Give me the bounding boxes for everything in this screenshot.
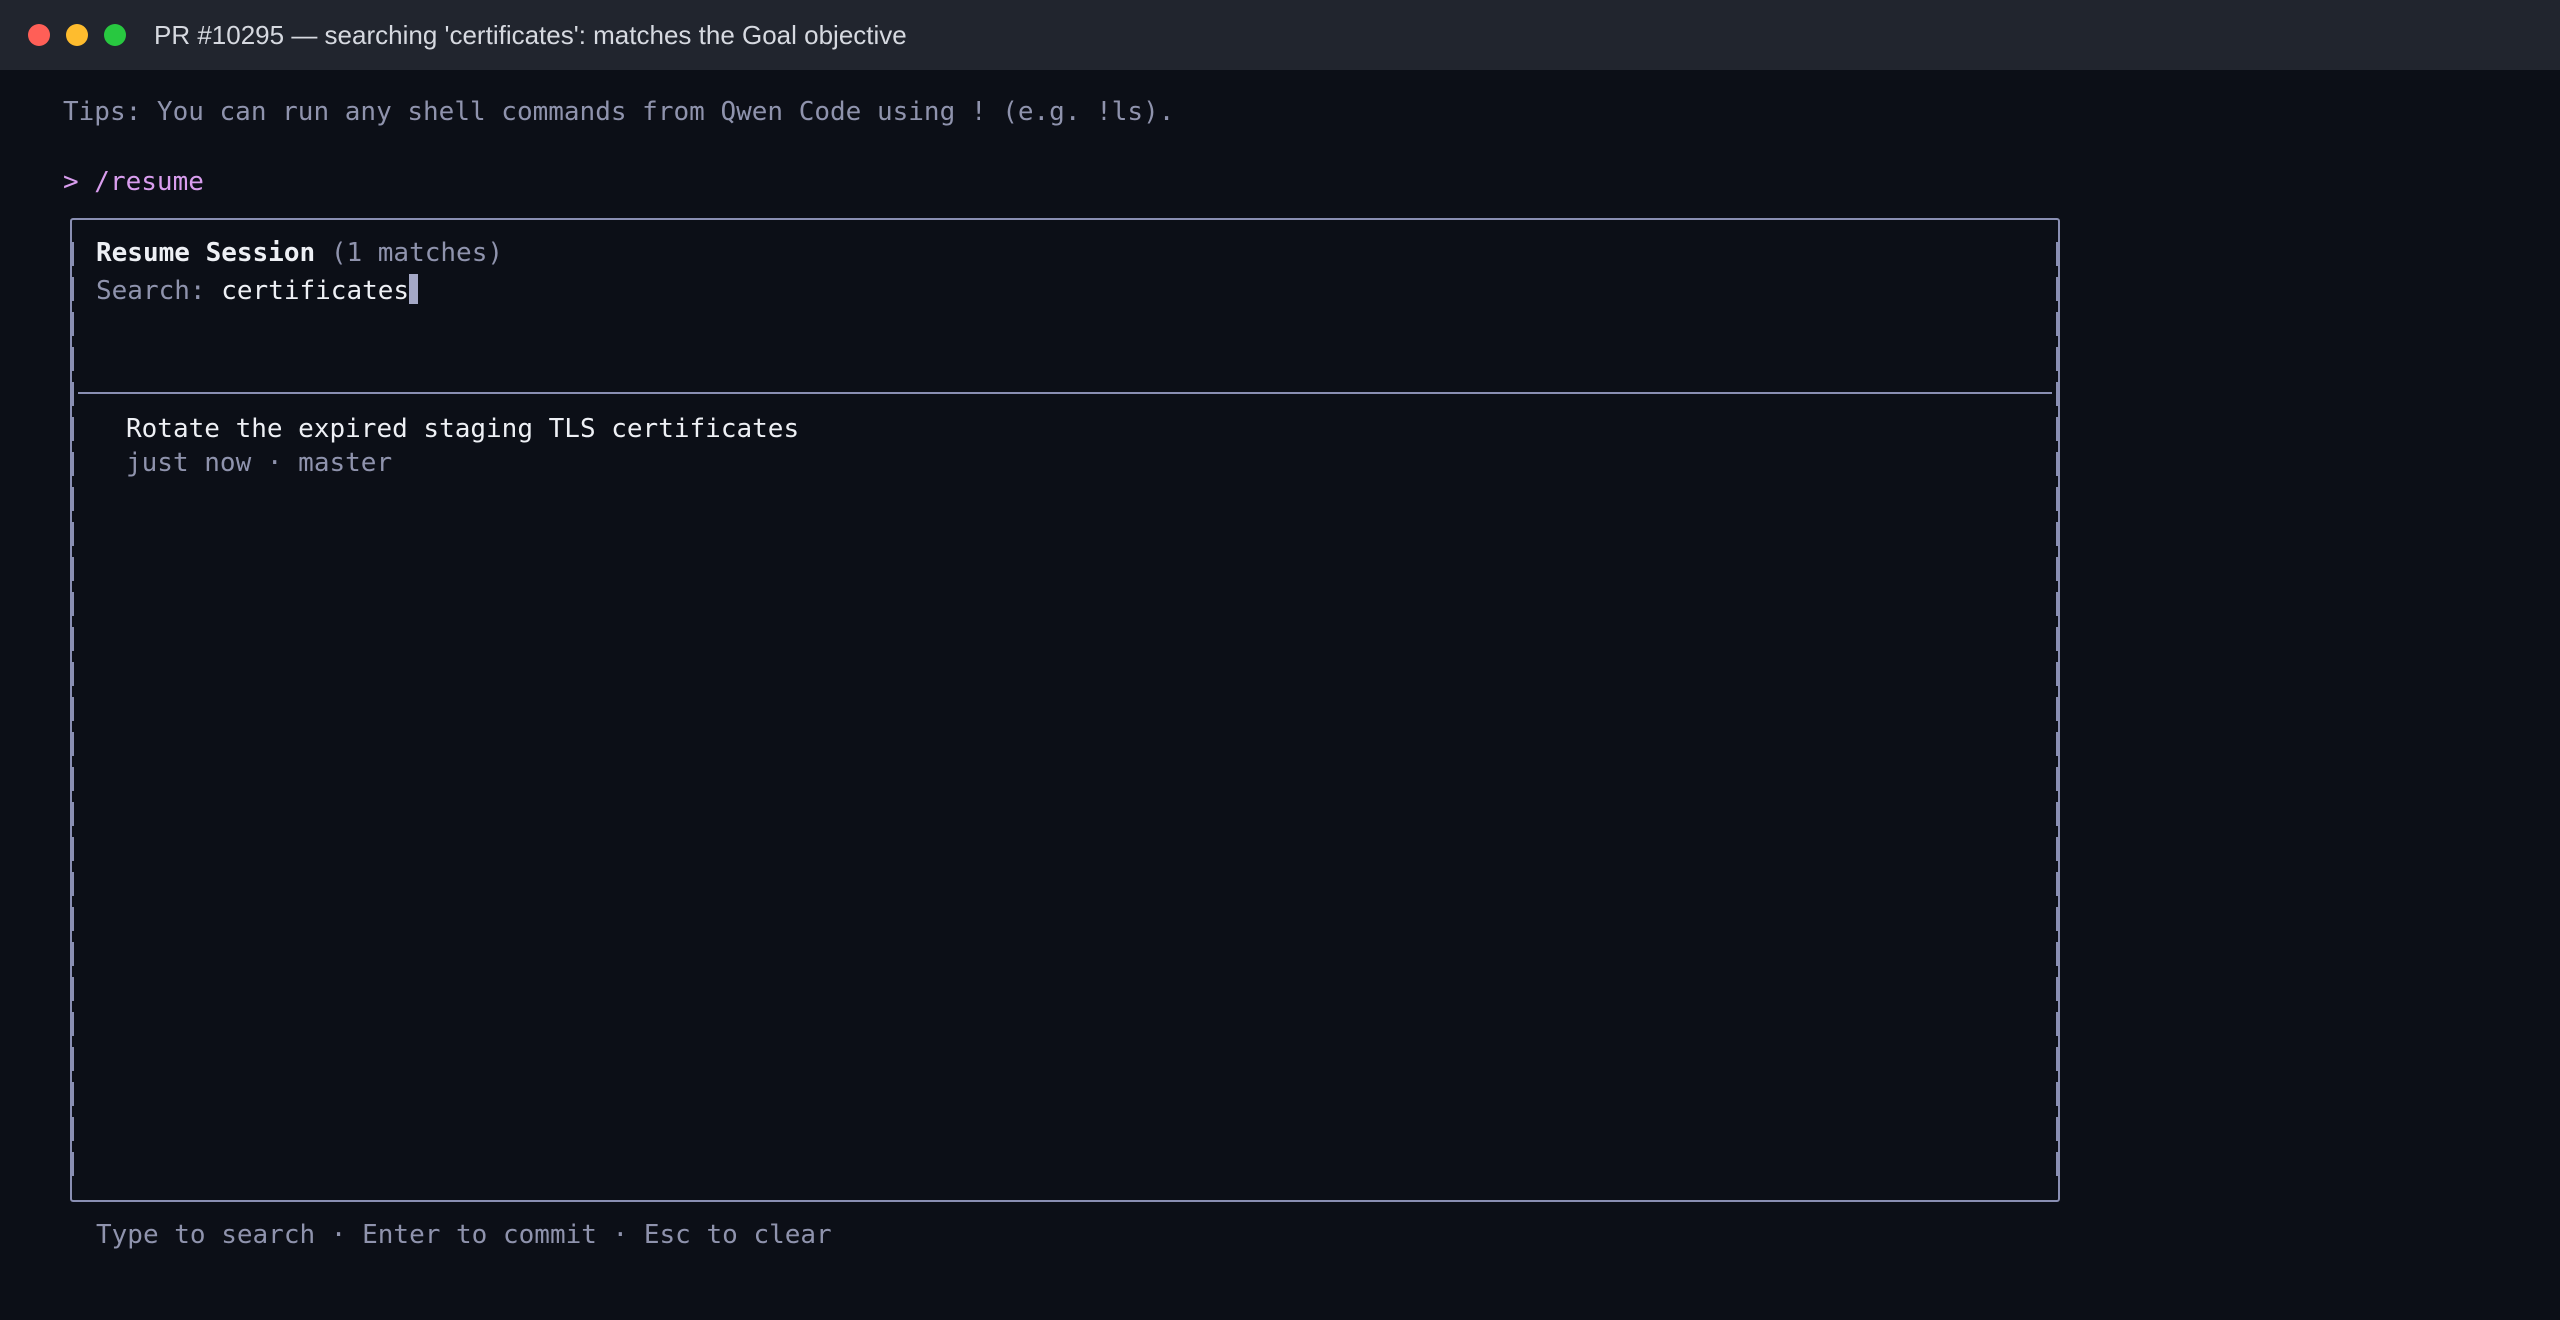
tips-line: Tips: You can run any shell commands fro… xyxy=(63,97,1175,127)
dialog-right-border xyxy=(2056,242,2060,1182)
dialog-title: Resume Session xyxy=(96,238,316,268)
text-cursor xyxy=(409,274,419,304)
match-count: (1 matches) xyxy=(330,238,503,268)
minimize-window-icon[interactable] xyxy=(66,24,88,46)
dialog-left-border xyxy=(70,242,74,1182)
resume-session-dialog: Resume Session (1 matches) Search: certi… xyxy=(70,218,2060,1250)
title-bar: PR #10295 — searching 'certificates': ma… xyxy=(0,0,2560,70)
keyboard-hint: Type to search · Enter to commit · Esc t… xyxy=(96,1220,832,1250)
footer-divider xyxy=(78,1200,2052,1202)
search-input[interactable]: certificates xyxy=(221,276,409,306)
close-window-icon[interactable] xyxy=(28,24,50,46)
search-label: Search: xyxy=(96,276,206,306)
terminal-body[interactable]: Tips: You can run any shell commands fro… xyxy=(0,70,2560,1320)
search-field[interactable]: Search: certificates xyxy=(96,274,419,306)
session-title: Rotate the expired staging TLS certifica… xyxy=(126,414,800,444)
window-title: PR #10295 — searching 'certificates': ma… xyxy=(154,20,907,50)
terminal-window: PR #10295 — searching 'certificates': ma… xyxy=(0,0,2560,1320)
header-divider xyxy=(78,392,2052,394)
command-prompt: > /resume xyxy=(63,167,204,197)
session-list-item[interactable]: Rotate the expired staging TLS certifica… xyxy=(126,414,799,478)
maximize-window-icon[interactable] xyxy=(104,24,126,46)
dialog-header: Resume Session (1 matches) xyxy=(96,238,503,268)
session-meta: just now · master xyxy=(126,448,393,478)
